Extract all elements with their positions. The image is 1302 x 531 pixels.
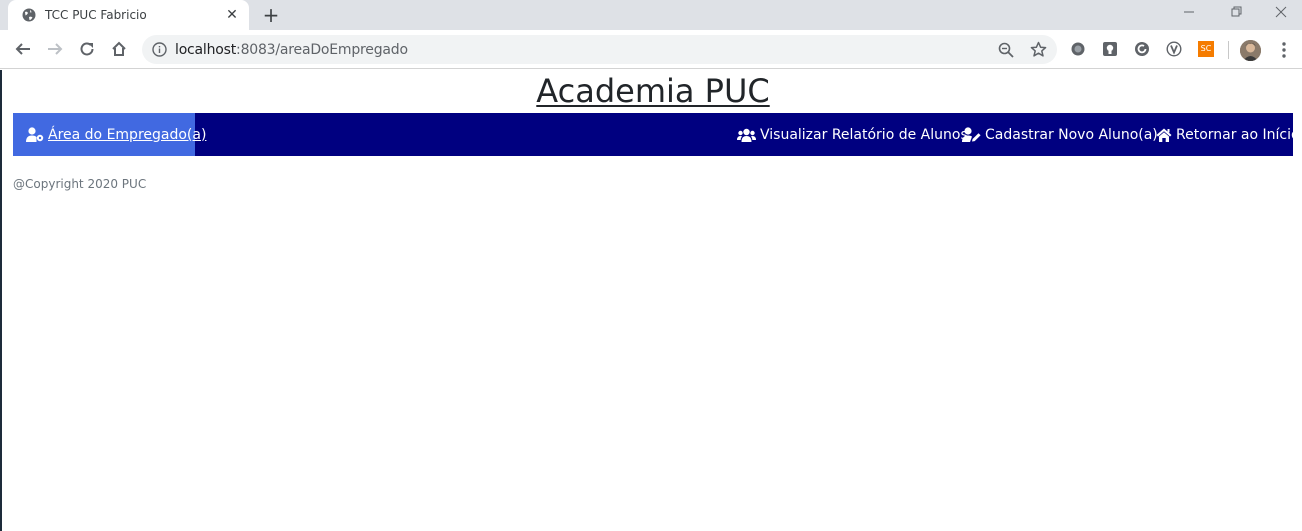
avatar-icon: [1240, 40, 1261, 61]
minimize-icon: [1184, 11, 1194, 13]
site-title-link[interactable]: Academia PUC: [536, 72, 769, 110]
back-icon[interactable]: [14, 40, 32, 58]
close-window-button[interactable]: [1258, 0, 1302, 30]
zoom-out-icon[interactable]: [998, 42, 1014, 58]
nav-label-cadastrar-aluno: Cadastrar Novo Aluno(a): [985, 126, 1158, 143]
url-path: :8083/areaDoEmpregado: [236, 42, 408, 58]
new-tab-button[interactable]: +: [260, 4, 282, 26]
minimize-button[interactable]: [1166, 0, 1212, 30]
nav-active-label: Área do Empregado(a): [48, 126, 207, 143]
forward-icon[interactable]: [46, 40, 64, 58]
browser-toolbar: localhost:8083/areaDoEmpregado SC: [0, 30, 1302, 69]
more-menu-icon[interactable]: [1276, 41, 1292, 59]
url-text[interactable]: localhost:8083/areaDoEmpregado: [175, 42, 408, 58]
close-icon: [1275, 6, 1287, 18]
nav-item-cadastrar-aluno[interactable]: Cadastrar Novo Aluno(a): [962, 113, 1158, 156]
browser-tab[interactable]: TCC PUC Fabricio ✕: [8, 0, 249, 30]
profile-avatar[interactable]: [1240, 40, 1261, 61]
tab-title: TCC PUC Fabricio: [45, 8, 147, 22]
extension-bulb-icon[interactable]: [1102, 41, 1118, 57]
users-icon: [737, 128, 756, 142]
user-edit-icon: [962, 127, 981, 142]
footer-copyright: @Copyright 2020 PUC: [13, 177, 147, 191]
extension-v-icon[interactable]: [1166, 41, 1182, 57]
home-icon[interactable]: [110, 40, 128, 58]
reload-icon[interactable]: [78, 40, 96, 58]
nav-item-area-empregado[interactable]: Área do Empregado(a): [13, 113, 206, 156]
nav-label-retornar-inicio: Retornar ao Início: [1176, 126, 1300, 143]
nav-label-visualizar-relatorio: Visualizar Relatório de Alunos: [760, 126, 968, 143]
restore-button[interactable]: [1213, 0, 1259, 30]
nav-item-active-content[interactable]: Área do Empregado(a): [26, 113, 206, 156]
globe-icon: [22, 8, 36, 22]
restore-icon: [1231, 6, 1242, 17]
nav-item-retornar-inicio[interactable]: Retornar ao Início: [1156, 113, 1300, 156]
user-cog-icon: [26, 127, 44, 142]
site-title: Academia PUC: [2, 72, 1302, 110]
extension-refresh-icon[interactable]: [1134, 41, 1150, 57]
address-bar[interactable]: localhost:8083/areaDoEmpregado: [142, 35, 1057, 64]
page-content: Academia PUC Área do Empregado(a) Visual…: [0, 70, 1302, 531]
tab-close-button[interactable]: ✕: [224, 7, 240, 23]
extension-circle-icon[interactable]: [1070, 41, 1086, 57]
info-icon[interactable]: [152, 42, 167, 57]
extension-sc-icon[interactable]: SC: [1198, 41, 1214, 57]
browser-tabstrip: TCC PUC Fabricio ✕ +: [0, 0, 1302, 30]
nav-item-visualizar-relatorio[interactable]: Visualizar Relatório de Alunos: [737, 113, 968, 156]
url-host: localhost: [175, 42, 237, 58]
home-icon: [1156, 128, 1172, 142]
main-navbar: Área do Empregado(a) Visualizar Relatóri…: [13, 113, 1300, 156]
toolbar-separator: [1228, 41, 1229, 59]
bookmark-star-icon[interactable]: [1030, 41, 1047, 58]
